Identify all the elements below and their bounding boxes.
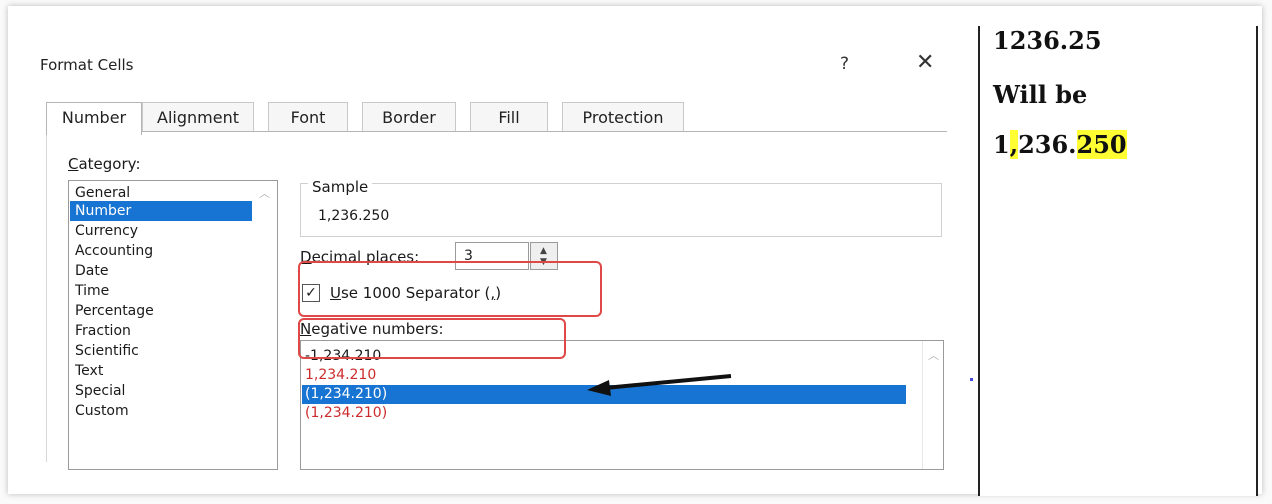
category-item-special[interactable]: Special	[75, 381, 125, 401]
category-item-time[interactable]: Time	[75, 281, 109, 301]
negative-format-option[interactable]: (1,234.210)	[305, 404, 387, 423]
tab-border[interactable]: Border	[362, 102, 456, 132]
sample-label: Sample	[308, 178, 373, 196]
category-list[interactable]: General Number Currency Accounting Date …	[68, 180, 278, 470]
highlight-decimals: 250	[1076, 130, 1127, 159]
category-item-scientific[interactable]: Scientific	[75, 341, 139, 361]
annotation-box-separator	[298, 261, 602, 317]
stray-dot	[970, 378, 973, 381]
spin-up-icon[interactable]: ▲	[540, 246, 547, 256]
format-cells-dialog: Format Cells ? ✕ Number Alignment Font B…	[18, 20, 973, 470]
tab-number[interactable]: Number	[46, 102, 142, 135]
negative-format-option[interactable]: 1,234.210	[305, 366, 376, 385]
tab-font[interactable]: Font	[268, 102, 348, 132]
annotation-box-negative	[298, 318, 566, 359]
close-icon[interactable]: ✕	[916, 50, 934, 75]
tab-alignment[interactable]: Alignment	[142, 102, 254, 132]
category-item-number[interactable]: Number	[70, 201, 252, 221]
tab-protection[interactable]: Protection	[562, 102, 684, 132]
category-item-fraction[interactable]: Fraction	[75, 321, 131, 341]
category-label-text: ategory:	[78, 155, 141, 173]
negative-numbers-list[interactable]: -1,234.210 1,234.210 (1,234.210) (1,234.…	[300, 340, 944, 470]
sample-group	[300, 183, 942, 237]
highlight-comma: ,	[1009, 130, 1019, 159]
category-item-text[interactable]: Text	[75, 361, 103, 381]
tab-fill[interactable]: Fill	[470, 102, 548, 132]
note-original-value: 1236.25	[993, 26, 1102, 55]
notes-panel: 1236.25 Will be 1,236.250	[978, 26, 1258, 496]
sample-value: 1,236.250	[318, 208, 390, 224]
dialog-title: Format Cells	[40, 56, 134, 74]
screenshot: Format Cells ? ✕ Number Alignment Font B…	[0, 0, 1272, 504]
note-result-part: 1	[993, 130, 1010, 159]
content-frame: Format Cells ? ✕ Number Alignment Font B…	[8, 6, 1262, 496]
arrow-left-icon	[587, 374, 732, 396]
category-item-general[interactable]: General	[75, 183, 130, 203]
category-item-custom[interactable]: Custom	[75, 401, 129, 421]
chevron-up-icon[interactable]: ︿	[259, 185, 270, 201]
category-item-percentage[interactable]: Percentage	[75, 301, 154, 321]
category-item-date[interactable]: Date	[75, 261, 108, 281]
note-will-be: Will be	[993, 80, 1088, 109]
negative-list-scrollbar[interactable]: ︿	[922, 341, 943, 469]
chevron-up-icon[interactable]: ︿	[928, 347, 939, 363]
note-result-value: 1,236.250	[993, 130, 1127, 159]
category-item-currency[interactable]: Currency	[75, 221, 138, 241]
note-result-part: 236.	[1018, 130, 1077, 159]
category-accesskey: C	[68, 155, 79, 173]
category-item-accounting[interactable]: Accounting	[75, 241, 153, 261]
help-button[interactable]: ?	[840, 54, 849, 74]
category-label: Category:	[68, 155, 141, 173]
